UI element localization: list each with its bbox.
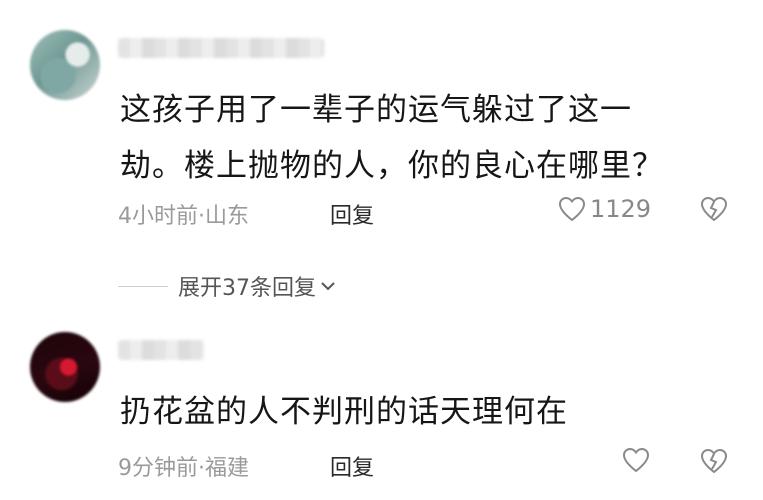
like-button[interactable]: 1129 (558, 195, 651, 223)
username-blurred[interactable] (118, 38, 324, 58)
like-count: 1129 (590, 195, 652, 223)
comment-meta: 4小时前·山东 (118, 204, 249, 229)
divider (118, 285, 168, 287)
broken-heart-icon[interactable] (700, 196, 728, 222)
comment-text-line: 扔花盆的人不判刑的话天理何在 (120, 394, 568, 430)
reply-button[interactable]: 回复 (330, 450, 374, 482)
like-button[interactable] (622, 447, 650, 473)
heart-outline-icon (622, 447, 650, 473)
expand-replies-label: 展开37条回复 (178, 276, 316, 301)
expand-replies-button[interactable]: 展开37条回复 (118, 270, 336, 302)
comment-text-line: 劫。楼上抛物的人，你的良心在哪里？ (120, 148, 664, 184)
reply-button[interactable]: 回复 (330, 198, 374, 230)
comment-meta: 9分钟前·福建 (118, 456, 249, 481)
avatar[interactable] (30, 30, 100, 100)
comment-text-line: 这孩子用了一辈子的运气躲过了这一 (120, 92, 632, 128)
username-blurred[interactable] (118, 340, 204, 360)
comment-item: 这孩子用了一辈子的运气躲过了这一 劫。楼上抛物的人，你的良心在哪里？ 4小时前·… (0, 0, 763, 260)
avatar[interactable] (30, 332, 100, 402)
broken-heart-icon[interactable] (700, 448, 728, 474)
comment-item: 扔花盆的人不判刑的话天理何在 9分钟前·福建 回复 (0, 320, 763, 500)
chevron-down-icon (320, 280, 336, 292)
heart-outline-icon (558, 196, 586, 222)
